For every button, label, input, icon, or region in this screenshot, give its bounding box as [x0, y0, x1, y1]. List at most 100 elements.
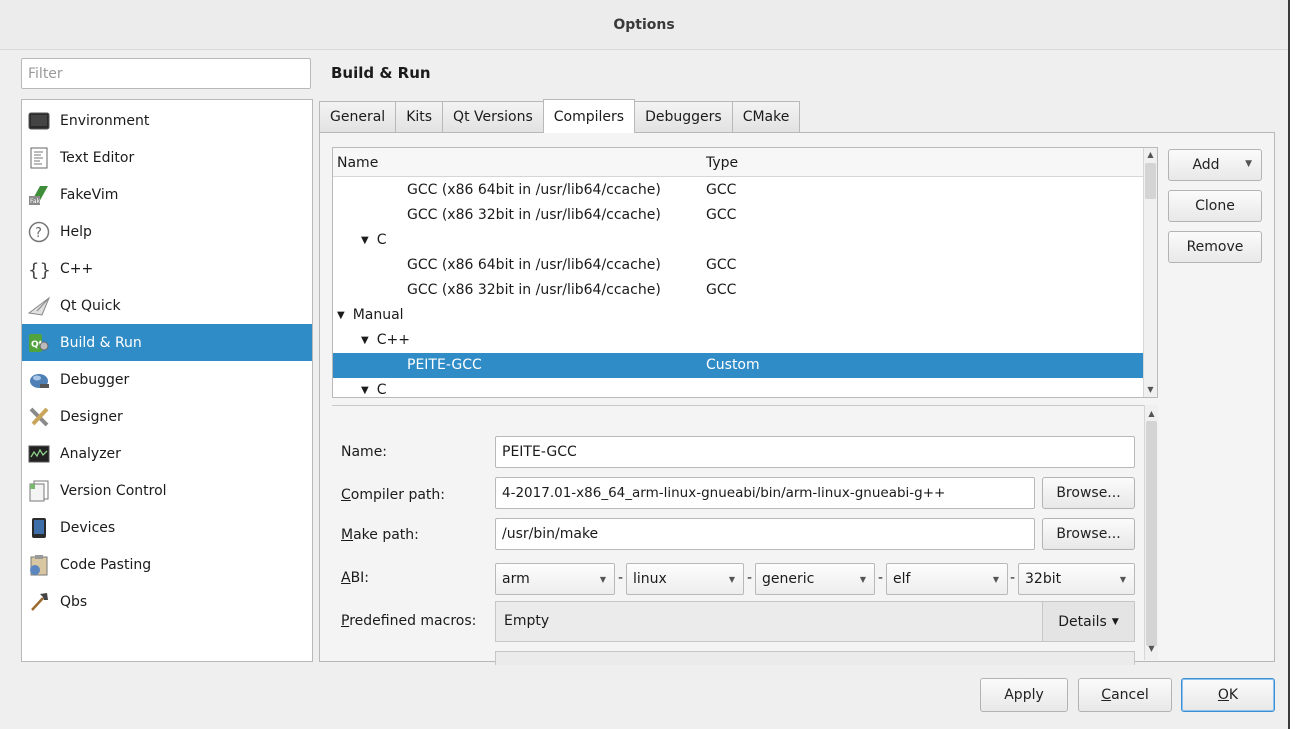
nav-label: Analyzer — [60, 445, 121, 462]
nav-item-environment[interactable]: Environment — [22, 102, 312, 139]
chevron-down-icon: ▼ — [599, 575, 606, 584]
tree-row[interactable]: ▼ C — [333, 378, 1145, 398]
tree-row-selected[interactable]: PEITE-GCC Custom — [333, 353, 1145, 378]
compiler-name: GCC (x86 32bit in /usr/lib64/ccache) — [407, 282, 661, 298]
nav-item-debugger[interactable]: Debugger — [22, 361, 312, 398]
name-field[interactable] — [495, 436, 1135, 468]
scrollbar-thumb[interactable] — [1145, 163, 1156, 199]
add-label: Add — [1192, 157, 1220, 173]
nav-item-qbs[interactable]: Qbs — [22, 583, 312, 620]
predefined-macros-value: Empty — [504, 613, 550, 629]
expand-arrow-icon[interactable]: ▼ — [361, 385, 369, 396]
column-header-type[interactable]: Type — [706, 155, 738, 171]
compiler-name: GCC (x86 32bit in /usr/lib64/ccache) — [407, 207, 661, 223]
nav-item-version-control[interactable]: Version Control — [22, 472, 312, 509]
cancel-button[interactable]: Cancel — [1078, 678, 1172, 712]
compiler-type: GCC — [706, 257, 737, 273]
filter-input[interactable] — [21, 58, 311, 89]
clone-button[interactable]: Clone — [1168, 190, 1262, 222]
nav-item-qt-quick[interactable]: Qt Quick — [22, 287, 312, 324]
compiler-type: GCC — [706, 207, 737, 223]
column-header-name[interactable]: Name — [337, 155, 378, 171]
abi-flavor-value: generic — [762, 571, 815, 587]
expand-arrow-icon[interactable]: ▼ — [337, 310, 345, 321]
abi-flavor-select[interactable]: generic ▼ — [755, 563, 875, 595]
nav-item-designer[interactable]: Designer — [22, 398, 312, 435]
nav-item-text-editor[interactable]: Text Editor — [22, 139, 312, 176]
browse-make-button[interactable]: Browse... — [1042, 518, 1135, 550]
nav-item-code-pasting[interactable]: Code Pasting — [22, 546, 312, 583]
compiler-path-field[interactable] — [495, 477, 1035, 509]
nav-item-cpp[interactable]: {} C++ — [22, 250, 312, 287]
remove-button[interactable]: Remove — [1168, 231, 1262, 263]
nav-item-build-run[interactable]: Qt Build & Run — [22, 324, 312, 361]
tree-row[interactable]: GCC (x86 32bit in /usr/lib64/ccache) GCC — [333, 278, 1145, 303]
nav-label: Devices — [60, 519, 116, 536]
tree-row[interactable]: GCC (x86 32bit in /usr/lib64/ccache) GCC — [333, 203, 1145, 228]
tree-row[interactable]: GCC (x86 64bit in /usr/lib64/ccache) GCC — [333, 253, 1145, 278]
svg-text:?: ? — [35, 226, 42, 241]
abi-architecture-select[interactable]: arm ▼ — [495, 563, 615, 595]
make-path-label: Make path: — [341, 527, 419, 543]
abi-label: ABI: — [341, 570, 370, 586]
browse-compiler-button[interactable]: Browse... — [1042, 477, 1135, 509]
group-name: C++ — [376, 332, 410, 348]
code-pasting-icon — [28, 554, 50, 576]
add-button[interactable]: Add ▼ — [1168, 149, 1262, 181]
svg-text:{}: {} — [28, 260, 50, 280]
abi-separator: - — [618, 570, 624, 586]
debugger-icon — [28, 369, 50, 391]
tree-scrollbar[interactable]: ▲ ▼ — [1143, 148, 1157, 397]
nav-item-fakevim[interactable]: Fake FakeVim — [22, 176, 312, 213]
abi-width-select[interactable]: 32bit ▼ — [1018, 563, 1135, 595]
abi-separator: - — [1010, 570, 1016, 586]
compiler-name: PEITE-GCC — [407, 357, 482, 373]
nav-item-help[interactable]: ? Help — [22, 213, 312, 250]
chevron-down-icon: ▼ — [1119, 575, 1126, 584]
designer-icon — [28, 406, 50, 428]
nav-item-devices[interactable]: Devices — [22, 509, 312, 546]
compiler-tree: Name Type GCC (x86 64bit in /usr/lib64/c… — [332, 147, 1158, 398]
tree-row[interactable]: ▼ Manual — [333, 303, 1145, 328]
make-path-field[interactable] — [495, 518, 1035, 550]
expand-arrow-icon[interactable]: ▼ — [361, 335, 369, 346]
predefined-macros-field: Empty Details ▼ — [495, 601, 1135, 642]
tab-debuggers[interactable]: Debuggers — [634, 101, 733, 132]
options-category-list: Environment Text Editor Fake FakeVim ? H… — [21, 99, 313, 662]
nav-label: Help — [60, 223, 92, 240]
window-edge — [1288, 0, 1298, 729]
scroll-down-arrow-icon[interactable]: ▼ — [1145, 642, 1158, 656]
details-button[interactable]: Details ▼ — [1042, 602, 1134, 641]
apply-button[interactable]: Apply — [980, 678, 1068, 712]
text-editor-icon — [28, 147, 50, 169]
ok-button[interactable]: OK — [1181, 678, 1275, 712]
window-title-bar: Options — [0, 0, 1288, 50]
tab-kits[interactable]: Kits — [395, 101, 444, 132]
chevron-down-icon: ▼ — [1245, 159, 1252, 169]
tab-compilers[interactable]: Compilers — [542, 99, 636, 133]
scrollbar-thumb[interactable] — [1146, 421, 1157, 646]
tab-general[interactable]: General — [319, 101, 397, 132]
scroll-down-arrow-icon[interactable]: ▼ — [1144, 383, 1157, 397]
tree-row[interactable]: ▼ C — [333, 228, 1145, 253]
nav-item-analyzer[interactable]: Analyzer — [22, 435, 312, 472]
details-scrollbar[interactable]: ▲ ▼ — [1144, 405, 1158, 660]
nav-label: Build & Run — [60, 334, 142, 351]
nav-label: Debugger — [60, 371, 130, 388]
tree-row[interactable]: GCC (x86 64bit in /usr/lib64/ccache) GCC — [333, 178, 1145, 203]
scroll-up-arrow-icon[interactable]: ▲ — [1145, 407, 1158, 421]
cpp-braces-icon: {} — [28, 258, 50, 280]
nav-label: Qt Quick — [60, 297, 121, 314]
tab-cmake[interactable]: CMake — [731, 101, 801, 132]
abi-format-select[interactable]: elf ▼ — [886, 563, 1008, 595]
expand-arrow-icon[interactable]: ▼ — [361, 235, 369, 246]
abi-os-select[interactable]: linux ▼ — [626, 563, 744, 595]
abi-format-value: elf — [893, 571, 911, 587]
version-control-icon — [28, 480, 50, 502]
tab-qt-versions[interactable]: Qt Versions — [442, 101, 544, 132]
tree-row[interactable]: ▼ C++ — [333, 328, 1145, 353]
group-name: C — [376, 382, 387, 398]
scroll-up-arrow-icon[interactable]: ▲ — [1144, 148, 1157, 162]
abi-width-value: 32bit — [1025, 571, 1062, 587]
chevron-down-icon: ▼ — [992, 575, 999, 584]
